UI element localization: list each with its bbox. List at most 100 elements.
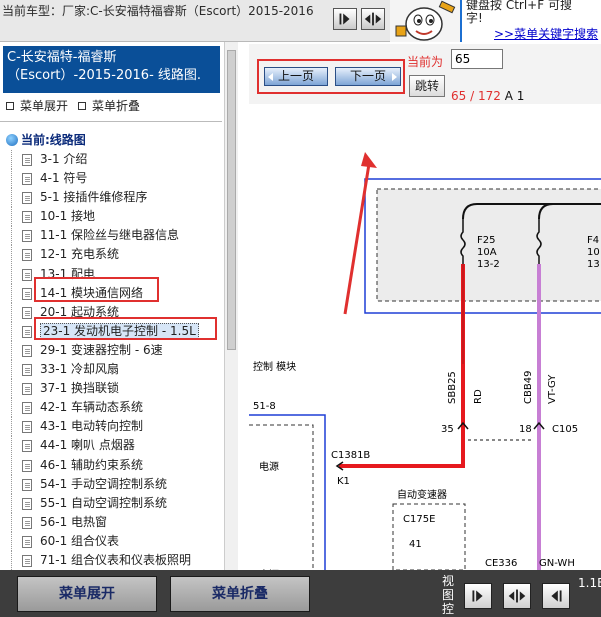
view-left-button[interactable] [542,583,570,609]
tree-guide-line [11,340,12,360]
tree-item[interactable]: 10-1 接地 [0,207,224,227]
page-icon [22,306,32,319]
tree-list: 3-1 介绍 4-1 符号 5-1 接插件维修程序 10-1 接地 11-1 保险丝与继… [0,150,224,570]
tree-item[interactable]: 55-1 自动空调控制系统 [0,493,224,513]
menu-collapse-label: 菜单折叠 [92,99,141,113]
next-page-label: 下一页 [349,69,386,83]
page-jump: 当前为 跳转 65 / 172 A 1 [407,44,601,104]
menu-expand-link[interactable]: 菜单展开 [6,97,68,114]
tree-root[interactable]: 当前:线路图 [6,131,86,148]
connector-c1381b: C1381B [331,450,370,461]
page-icon [22,364,32,377]
tree-item[interactable]: 37-1 换挡联锁 [0,379,224,399]
menu-scrollbar[interactable] [224,42,238,570]
tree-item[interactable]: 46-1 辅助约束系统 [0,455,224,475]
tree-item-label: 10-1 接地 [40,209,96,224]
color2-label: VT-GY [547,374,558,404]
tree-item[interactable]: 33-1 冷却风扇 [0,360,224,380]
page-icon [22,383,32,396]
bottom-code-1: CE336 [485,558,517,569]
page-icon [22,287,32,300]
tree-root-label: 当前:线路图 [21,133,86,147]
tree-guide-line [11,379,12,399]
tree-guide-line [11,436,12,456]
tree-item-label: 3-1 介绍 [40,152,88,166]
tree-guide-line [11,226,12,246]
arrow-left-icon [268,73,273,81]
tree-item[interactable]: 12-1 充电系统 [0,245,224,265]
tree-item[interactable]: 56-1 电热窗 [0,512,224,532]
search-hint: 键盘按 Ctrl+F 可搜 字! >>菜单关键字搜索 [460,0,601,42]
tree-item[interactable]: 3-1 介绍 [0,150,224,169]
page-number-input[interactable] [451,49,503,69]
split-arrows-icon [364,12,382,26]
tree-guide-line [11,150,12,169]
model-title: C-长安福特-福睿斯（Escort）-2015-2016- 线路图. [3,46,220,93]
jump-button[interactable]: 跳转 [409,75,445,97]
tree-item[interactable]: 29-1 变速器控制 - 6速 [0,340,224,360]
page-icon [22,173,32,186]
page-both-toolbar-button[interactable] [361,8,385,30]
view-split-button[interactable] [503,583,531,609]
wiring-diagram[interactable]: F25 10A 13-2 F4 10 13 SBB25 RD CBB49 VT-… [249,104,601,570]
page-count: 65 / 172 A 1 [451,89,524,103]
view-control-label: 视图控 [442,574,455,616]
tree-item-label: 4-1 符号 [40,171,88,186]
menu-expand-label: 菜单展开 [20,99,69,113]
page-icon [22,459,32,472]
tree-item[interactable]: 11-1 保险丝与继电器信息 [0,226,224,246]
tree-item-label: 71-1 组合仪表和仪表板照明 [40,552,192,567]
scrollbar-thumb[interactable] [227,50,236,350]
sheet-label: A 1 [504,89,525,103]
tree-item-label: 43-1 电动转向控制 [40,419,144,434]
page-prev-toolbar-button[interactable] [333,8,357,30]
tree-guide-line [11,474,12,494]
zoom-text: 1.1E [578,576,601,590]
page-icon [22,535,32,548]
page-icon [22,497,32,510]
tree-item[interactable]: 44-1 喇叭 点烟器 [0,436,224,456]
prev-page-label: 上一页 [277,69,314,83]
pin-k1: K1 [337,476,350,487]
footer-collapse-button[interactable]: 菜单折叠 [170,576,310,612]
expand-square-icon [6,102,14,110]
split-arrows-icon [508,589,526,603]
pin-41: 41 [409,539,422,550]
tree-item[interactable]: 4-1 符号 [0,169,224,189]
fuse2-name: F4 [587,235,599,246]
tree-item[interactable]: 54-1 手动空调控制系统 [0,474,224,494]
page-icon [22,230,32,243]
play-right-icon [339,13,350,25]
tree-item[interactable]: 5-1 接插件维修程序 [0,188,224,208]
tree-item[interactable]: 60-1 组合仪表 [0,531,224,551]
connector-c105: C105 [552,424,578,435]
keyword-search-link[interactable]: >>菜单关键字搜索 [494,25,598,42]
pin-35: 35 [441,424,454,435]
tree-item[interactable]: 71-1 组合仪表和仪表板照明 [0,550,224,570]
prev-page-button[interactable]: 上一页 [264,67,328,86]
tree-guide-line [11,264,12,284]
view-single-button[interactable] [464,583,492,609]
page-icon [22,402,32,415]
arrow-right-icon [392,73,397,81]
mascot-icon [390,0,460,42]
page-icon [22,421,32,434]
next-page-button[interactable]: 下一页 [335,67,401,86]
tree-guide-line [11,531,12,551]
diagram-viewer: 上一页 下一页 当前为 跳转 65 / 172 A 1 F25 10A 13-2… [249,44,601,570]
tree-item-label: 11-1 保险丝与继电器信息 [40,228,180,243]
tree-item-label: 55-1 自动空调控制系统 [40,495,168,510]
page-count-value: 65 / 172 [451,89,501,103]
tree-item-label: 54-1 手动空调控制系统 [40,476,168,491]
tree-item-label: 44-1 喇叭 点烟器 [40,438,135,453]
page-icon [22,344,32,357]
menu-collapse-link[interactable]: 菜单折叠 [78,97,140,114]
footer-expand-button[interactable]: 菜单展开 [17,576,157,612]
fuse1-rating: 10A [477,247,497,258]
fuse1-name: F25 [477,235,495,246]
tree-item[interactable]: 42-1 车辆动态系统 [0,398,224,418]
page-icon [22,249,32,262]
tree-item[interactable]: 43-1 电动转向控制 [0,417,224,437]
ref-label: 51-8 [253,401,276,412]
tree-item-label: 37-1 换挡联锁 [40,381,120,396]
